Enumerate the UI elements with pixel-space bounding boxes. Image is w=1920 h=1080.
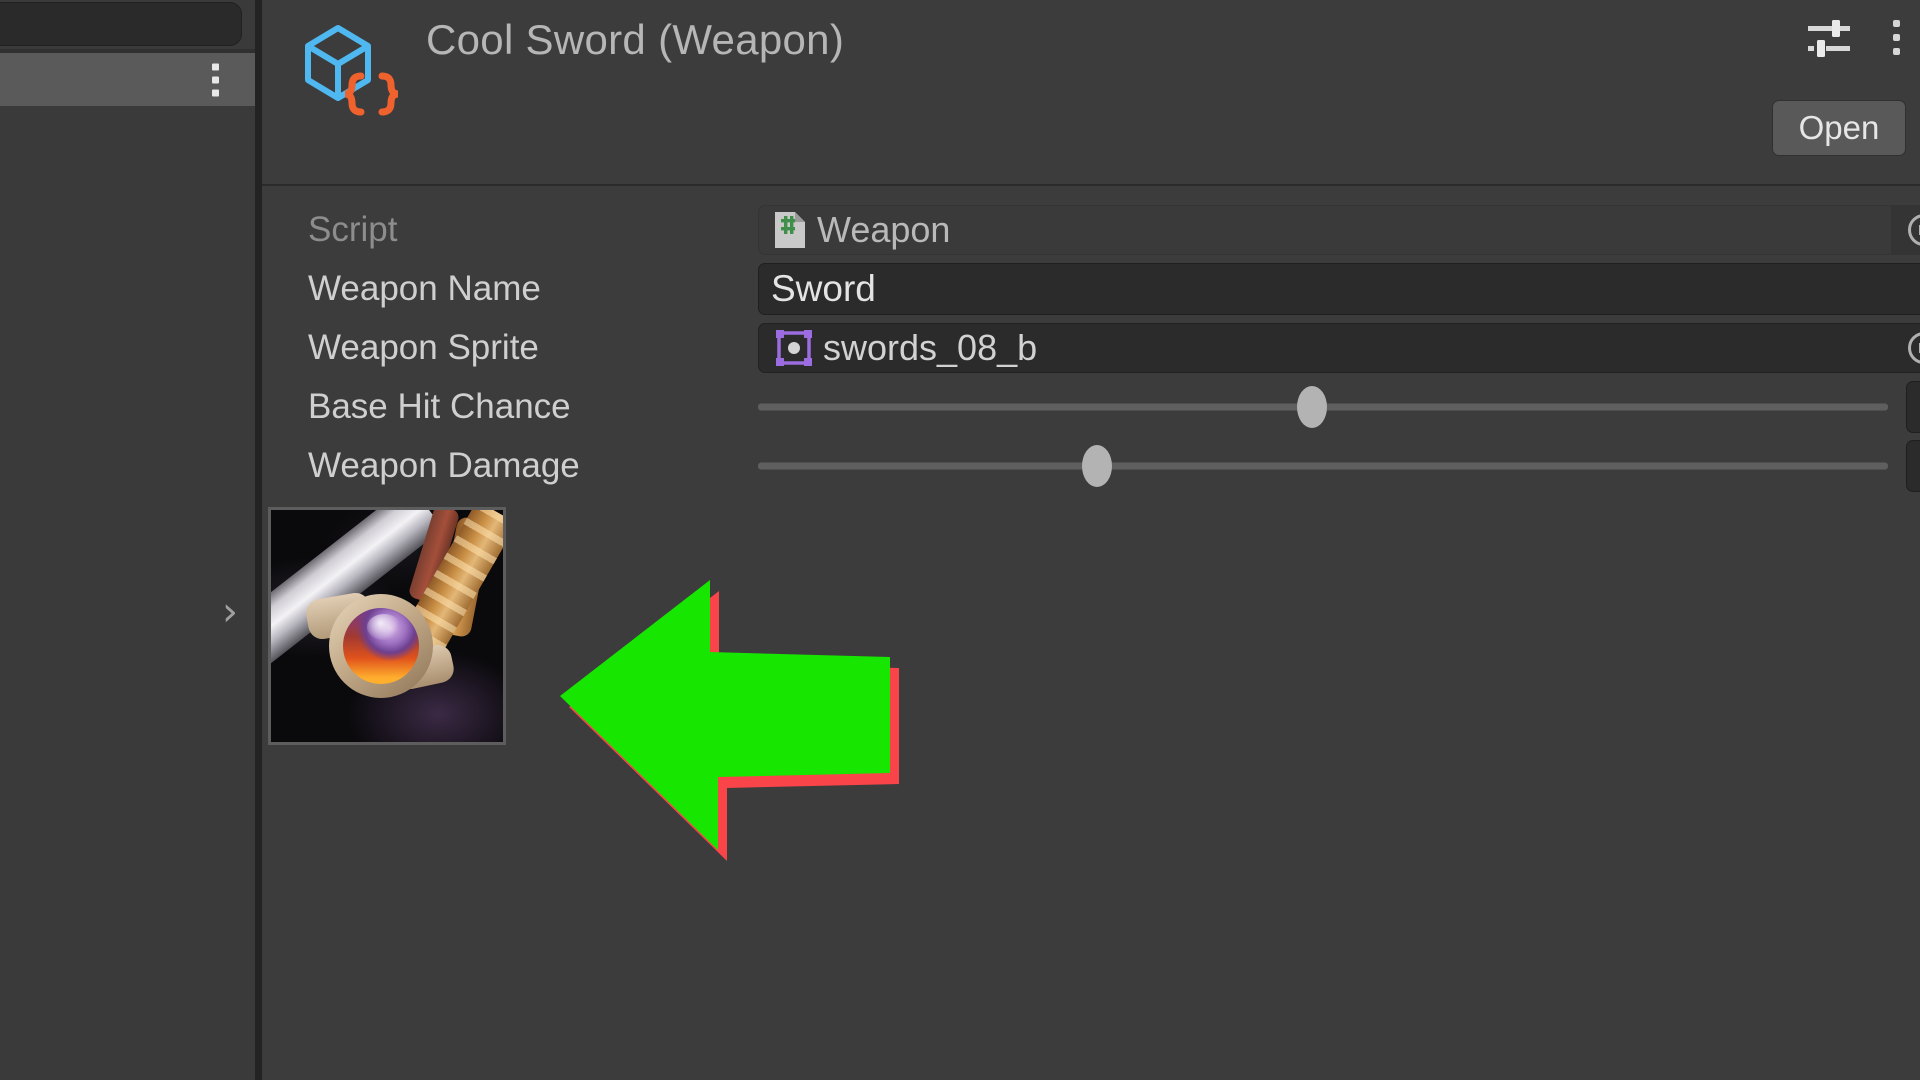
inspector-panel: Cool Sword (Weapon) Open Script Weapon W… bbox=[262, 0, 1920, 1080]
field-value-weapon-name: Sword bbox=[758, 259, 1920, 318]
weapon-damage-value[interactable]: 3 bbox=[1906, 439, 1920, 492]
open-button[interactable]: Open bbox=[1772, 100, 1906, 156]
base-hit-chance-slider[interactable] bbox=[758, 377, 1888, 436]
field-label-script: Script bbox=[308, 209, 398, 249]
weapon-name-input[interactable]: Sword bbox=[758, 262, 1920, 315]
cs-script-icon bbox=[773, 210, 807, 250]
field-value-weapon-sprite: swords_08_b bbox=[758, 318, 1920, 377]
inspector-body: Script Weapon Weapon Name Sword Weapon S… bbox=[262, 186, 1920, 765]
preset-sliders-icon[interactable] bbox=[1806, 20, 1852, 60]
left-sidebar: › bbox=[0, 0, 258, 1080]
field-row-weapon-sprite: Weapon Sprite swords_08_b bbox=[262, 318, 1920, 377]
kebab-dot bbox=[1893, 48, 1900, 55]
field-row-base-hit-chance: Base Hit Chance 0.5 bbox=[262, 377, 1920, 436]
kebab-dot bbox=[212, 63, 219, 70]
field-value-weapon-damage: 3 bbox=[758, 436, 1920, 495]
kebab-dot bbox=[212, 76, 219, 83]
slider-track bbox=[758, 462, 1888, 469]
field-value-base-hit-chance: 0.5 bbox=[758, 377, 1920, 436]
kebab-menu-icon[interactable] bbox=[212, 63, 219, 96]
sidebar-selected-row[interactable] bbox=[0, 53, 257, 106]
slider-thumb[interactable] bbox=[1296, 385, 1327, 428]
field-row-weapon-name: Weapon Name Sword bbox=[262, 259, 1920, 318]
field-row-script: Script Weapon bbox=[262, 200, 1920, 259]
field-label-base-hit-chance: Base Hit Chance bbox=[308, 386, 571, 426]
script-object-field[interactable]: Weapon bbox=[758, 204, 1920, 255]
weapon-sprite-object-field[interactable]: swords_08_b bbox=[758, 322, 1920, 373]
field-row-weapon-damage: Weapon Damage 3 bbox=[262, 436, 1920, 495]
screen-root: › Cool Sword (Weapon) Open Script Weapon… bbox=[0, 0, 1920, 1080]
field-label-weapon-name: Weapon Name bbox=[308, 268, 541, 308]
field-value-script: Weapon bbox=[758, 200, 1920, 259]
panel-splitter[interactable] bbox=[255, 0, 262, 1080]
kebab-dot bbox=[212, 89, 219, 96]
object-picker-icon[interactable] bbox=[1891, 323, 1920, 372]
sword-gem-highlight bbox=[367, 614, 401, 640]
kebab-dot bbox=[1893, 34, 1900, 41]
sprite-preview-thumbnail[interactable] bbox=[268, 507, 506, 745]
weapon-damage-slider[interactable] bbox=[758, 436, 1888, 495]
field-label-weapon-sprite: Weapon Sprite bbox=[308, 327, 539, 367]
kebab-menu-icon[interactable] bbox=[1893, 20, 1900, 55]
scriptable-object-icon bbox=[294, 18, 400, 124]
kebab-dot bbox=[1893, 20, 1900, 27]
slider-thumb[interactable] bbox=[1082, 444, 1112, 487]
base-hit-chance-value[interactable]: 0.5 bbox=[1906, 380, 1920, 433]
script-field-value: Weapon bbox=[817, 208, 951, 250]
weapon-sprite-field-value: swords_08_b bbox=[823, 326, 1038, 368]
object-picker-icon[interactable] bbox=[1891, 205, 1920, 254]
page-title: Cool Sword (Weapon) bbox=[426, 16, 845, 63]
sidebar-list-area bbox=[0, 106, 257, 1080]
field-label-weapon-damage: Weapon Damage bbox=[308, 445, 580, 485]
chevron-right-icon[interactable]: › bbox=[222, 592, 238, 632]
search-input[interactable] bbox=[0, 2, 242, 46]
sprite-icon bbox=[775, 329, 813, 367]
inspector-header: Cool Sword (Weapon) Open bbox=[262, 0, 1920, 186]
